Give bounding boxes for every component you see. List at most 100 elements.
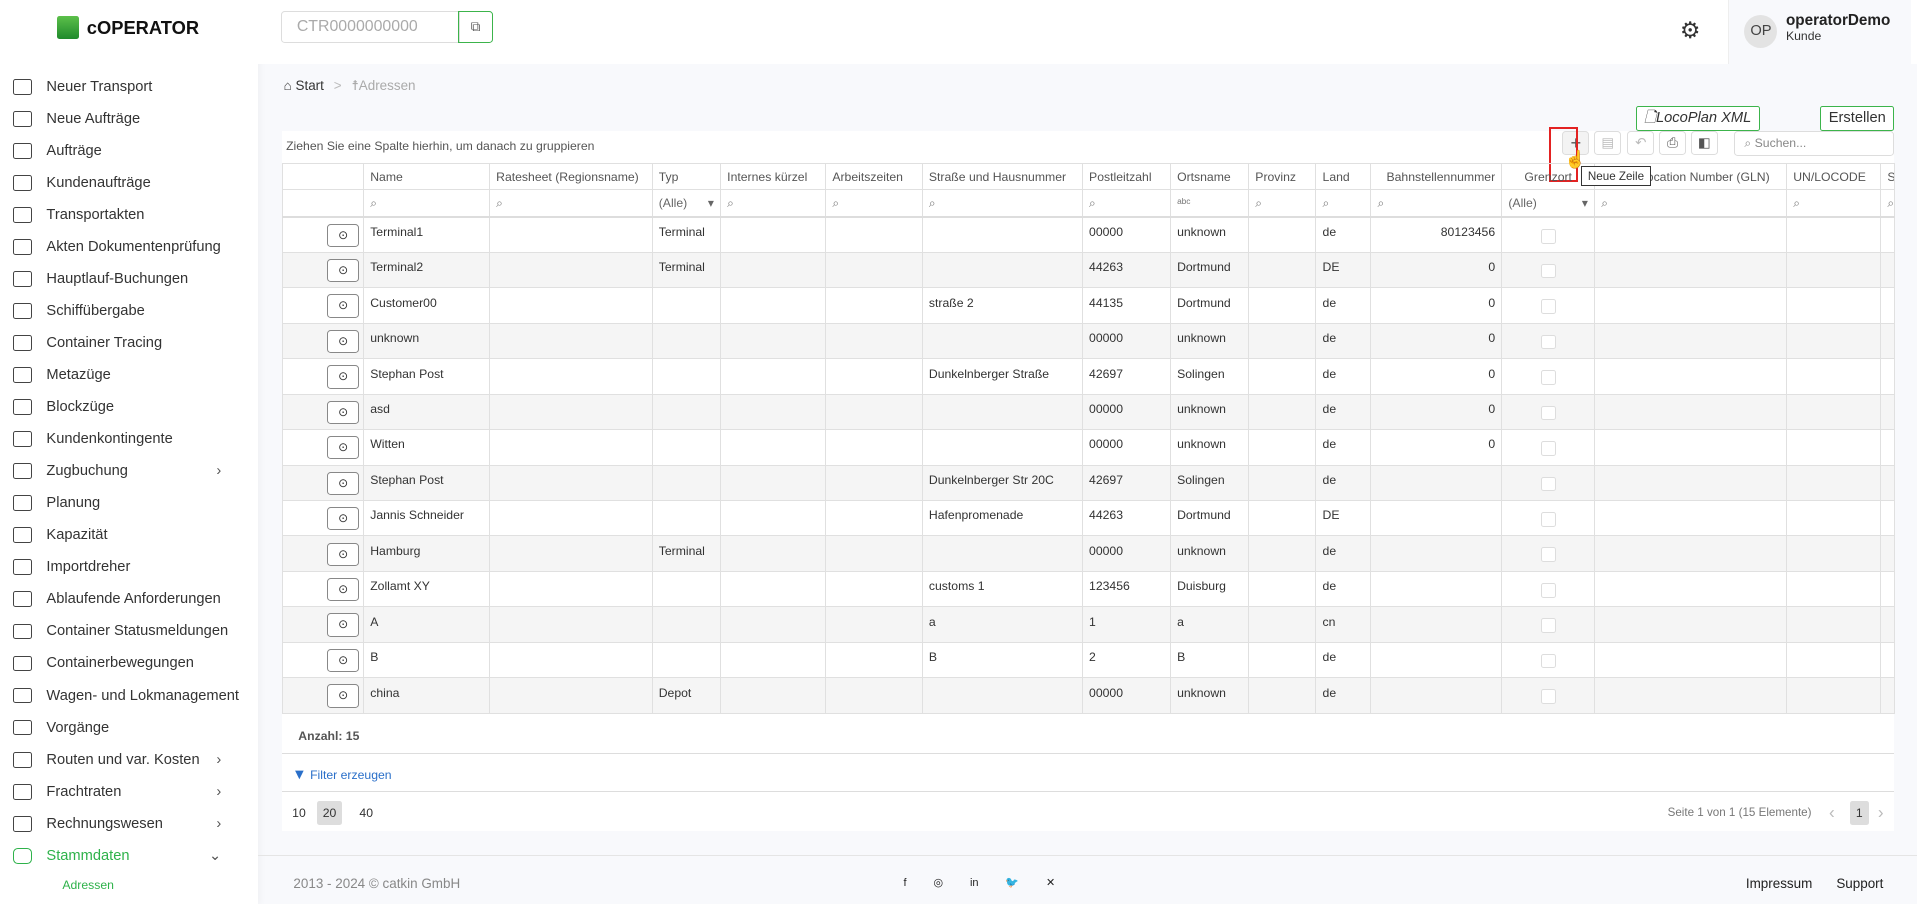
sidebar-item-container-tracing[interactable]: Container Tracing	[0, 327, 258, 359]
column-filter[interactable]: ⌕	[364, 190, 490, 217]
table-row[interactable]: ⊙Customer00straße 244135Dortmundde0	[283, 288, 1894, 323]
column-header[interactable]: Land	[1316, 163, 1371, 190]
column-header[interactable]: UN/LOCODE	[1787, 163, 1881, 190]
column-filter[interactable]: ⌕	[1316, 190, 1371, 217]
column-header[interactable]: Arbeitszeiten	[826, 163, 923, 190]
column-filter[interactable]: ⌕	[1082, 190, 1170, 217]
sidebar-item-container-statusmeldungen[interactable]: Container Statusmeldungen	[0, 615, 258, 647]
expand-row-button[interactable]: ⊙	[327, 578, 359, 601]
expand-row-button[interactable]: ⊙	[327, 543, 359, 566]
column-header[interactable]: Postleitzahl	[1082, 163, 1170, 190]
expand-row-button[interactable]: ⊙	[327, 294, 359, 317]
column-filter[interactable]: ⌕	[1787, 190, 1881, 217]
impressum-link[interactable]: Impressum	[1746, 876, 1812, 891]
sidebar-item-transportakten[interactable]: Transportakten	[0, 199, 258, 231]
column-filter[interactable]: ⌕	[1371, 190, 1502, 217]
table-row[interactable]: ⊙Jannis SchneiderHafenpromenade44263Dort…	[283, 501, 1894, 536]
grenzort-checkbox[interactable]	[1541, 335, 1556, 350]
grenzort-checkbox[interactable]	[1541, 583, 1556, 598]
grenzort-checkbox[interactable]	[1541, 618, 1556, 633]
grenzort-checkbox[interactable]	[1541, 689, 1556, 704]
filter-select[interactable]: (Alle)	[659, 196, 688, 210]
user-menu[interactable]: OP operatorDemo Kunde	[1728, 0, 1911, 64]
sidebar-item-rechnungswesen[interactable]: Rechnungswesen›	[0, 808, 258, 840]
sidebar-subitem-adressen[interactable]: Adressen	[0, 872, 258, 899]
grenzort-checkbox[interactable]	[1541, 264, 1556, 279]
expand-row-button[interactable]: ⊙	[327, 613, 359, 636]
column-filter[interactable]: ⌕	[721, 190, 826, 217]
sidebar-item-kundenaufträge[interactable]: Kundenaufträge	[0, 167, 258, 199]
create-button[interactable]: Erstellen	[1820, 106, 1894, 130]
expand-row-button[interactable]: ⊙	[327, 472, 359, 495]
expand-row-button[interactable]: ⊙	[327, 507, 359, 530]
page-size-40[interactable]: 40	[353, 801, 379, 825]
column-filter[interactable]: ᵃᵇᶜ	[1170, 190, 1248, 217]
expand-row-button[interactable]: ⊙	[327, 684, 359, 707]
grenzort-checkbox[interactable]	[1541, 370, 1556, 385]
expand-row-button[interactable]: ⊙	[327, 649, 359, 672]
column-filter[interactable]: ⌕	[826, 190, 923, 217]
expand-row-button[interactable]: ⊙	[327, 224, 359, 247]
column-header[interactable]: Straße und Hausnummer	[922, 163, 1082, 190]
table-row[interactable]: ⊙Zollamt XYcustoms 1123456Duisburgde	[283, 571, 1894, 606]
column-header[interactable]: Bahnstellennummer	[1371, 163, 1502, 190]
grenzort-checkbox[interactable]	[1541, 654, 1556, 669]
sidebar-item-importdreher[interactable]: Importdreher	[0, 551, 258, 583]
instagram-icon[interactable]: ◎	[933, 877, 943, 889]
page-size-10[interactable]: 10	[286, 801, 312, 825]
sidebar-item-frachtraten[interactable]: Frachtraten›	[0, 776, 258, 808]
undo-icon[interactable]: ↶	[1627, 131, 1654, 155]
sidebar-item-containerbewegungen[interactable]: Containerbewegungen	[0, 647, 258, 679]
sidebar-item-neuer-transport[interactable]: Neuer Transport	[0, 71, 258, 103]
table-row[interactable]: ⊙Witten00000unknownde0	[283, 430, 1894, 465]
filter-select[interactable]: (Alle)	[1508, 196, 1537, 210]
table-row[interactable]: ⊙Stephan PostDunkelnberger Straße42697So…	[283, 359, 1894, 394]
column-header[interactable]: Internes kürzel	[721, 163, 826, 190]
column-filter[interactable]	[283, 190, 364, 217]
page-size-20[interactable]: 20	[317, 801, 343, 825]
column-filter[interactable]: (Alle)▾	[652, 190, 720, 217]
x-icon[interactable]: ✕	[1046, 877, 1055, 889]
save-icon[interactable]: ▤	[1594, 131, 1621, 155]
column-filter[interactable]: ⌕	[1249, 190, 1316, 217]
grenzort-checkbox[interactable]	[1541, 229, 1556, 244]
expand-row-button[interactable]: ⊙	[327, 401, 359, 424]
twitter-icon[interactable]: 🐦	[1005, 877, 1019, 889]
expand-row-button[interactable]: ⊙	[327, 436, 359, 459]
column-header[interactable]: Provinz	[1249, 163, 1316, 190]
column-header[interactable]	[283, 163, 364, 190]
column-header[interactable]: S	[1881, 163, 1894, 190]
locoplan-xml-button[interactable]: 🗋LocoPlan XML	[1636, 106, 1760, 130]
sidebar-item-kapazität[interactable]: Kapazität	[0, 519, 258, 551]
table-row[interactable]: ⊙BB2Bde	[283, 642, 1894, 677]
facebook-icon[interactable]: f	[903, 877, 906, 889]
table-row[interactable]: ⊙Terminal2Terminal44263DortmundDE0	[283, 252, 1894, 287]
column-filter[interactable]: ⌕	[1595, 190, 1787, 217]
column-header[interactable]: Name	[364, 163, 490, 190]
grenzort-checkbox[interactable]	[1541, 299, 1556, 314]
table-row[interactable]: ⊙Aa1acn	[283, 607, 1894, 642]
expand-row-button[interactable]: ⊙	[327, 330, 359, 353]
sidebar-item-routen-und-var-kosten[interactable]: Routen und var. Kosten›	[0, 744, 258, 776]
breadcrumb-start[interactable]: Start	[296, 78, 324, 93]
linkedin-icon[interactable]: in	[970, 877, 979, 889]
sidebar-item-schiffübergabe[interactable]: Schiffübergabe	[0, 295, 258, 327]
sidebar-item-blockzüge[interactable]: Blockzüge	[0, 391, 258, 423]
expand-row-button[interactable]: ⊙	[327, 365, 359, 388]
page-1[interactable]: 1	[1850, 801, 1869, 825]
table-row[interactable]: ⊙Stephan PostDunkelnberger Str 20C42697S…	[283, 465, 1894, 500]
sidebar-item-ablaufende-anforderungen[interactable]: Ablaufende Anforderungen	[0, 583, 258, 615]
table-row[interactable]: ⊙chinaDepot00000unknownde	[283, 678, 1894, 713]
grenzort-checkbox[interactable]	[1541, 441, 1556, 456]
column-filter[interactable]: ⌕	[1881, 190, 1894, 217]
search-input[interactable]: ⌕ Suchen...	[1734, 131, 1894, 157]
table-row[interactable]: ⊙HamburgTerminal00000unknownde	[283, 536, 1894, 571]
column-filter[interactable]: ⌕	[490, 190, 653, 217]
column-header[interactable]: Ratesheet (Regionsname)	[490, 163, 653, 190]
sidebar-item-metazüge[interactable]: Metazüge	[0, 359, 258, 391]
column-header[interactable]: Ortsname	[1170, 163, 1248, 190]
table-row[interactable]: ⊙asd00000unknownde0	[283, 394, 1894, 429]
ctr-input[interactable]: CTR0000000000	[281, 11, 459, 43]
export-icon[interactable]: ⎙	[1659, 131, 1686, 155]
column-header[interactable]: Typ	[652, 163, 720, 190]
